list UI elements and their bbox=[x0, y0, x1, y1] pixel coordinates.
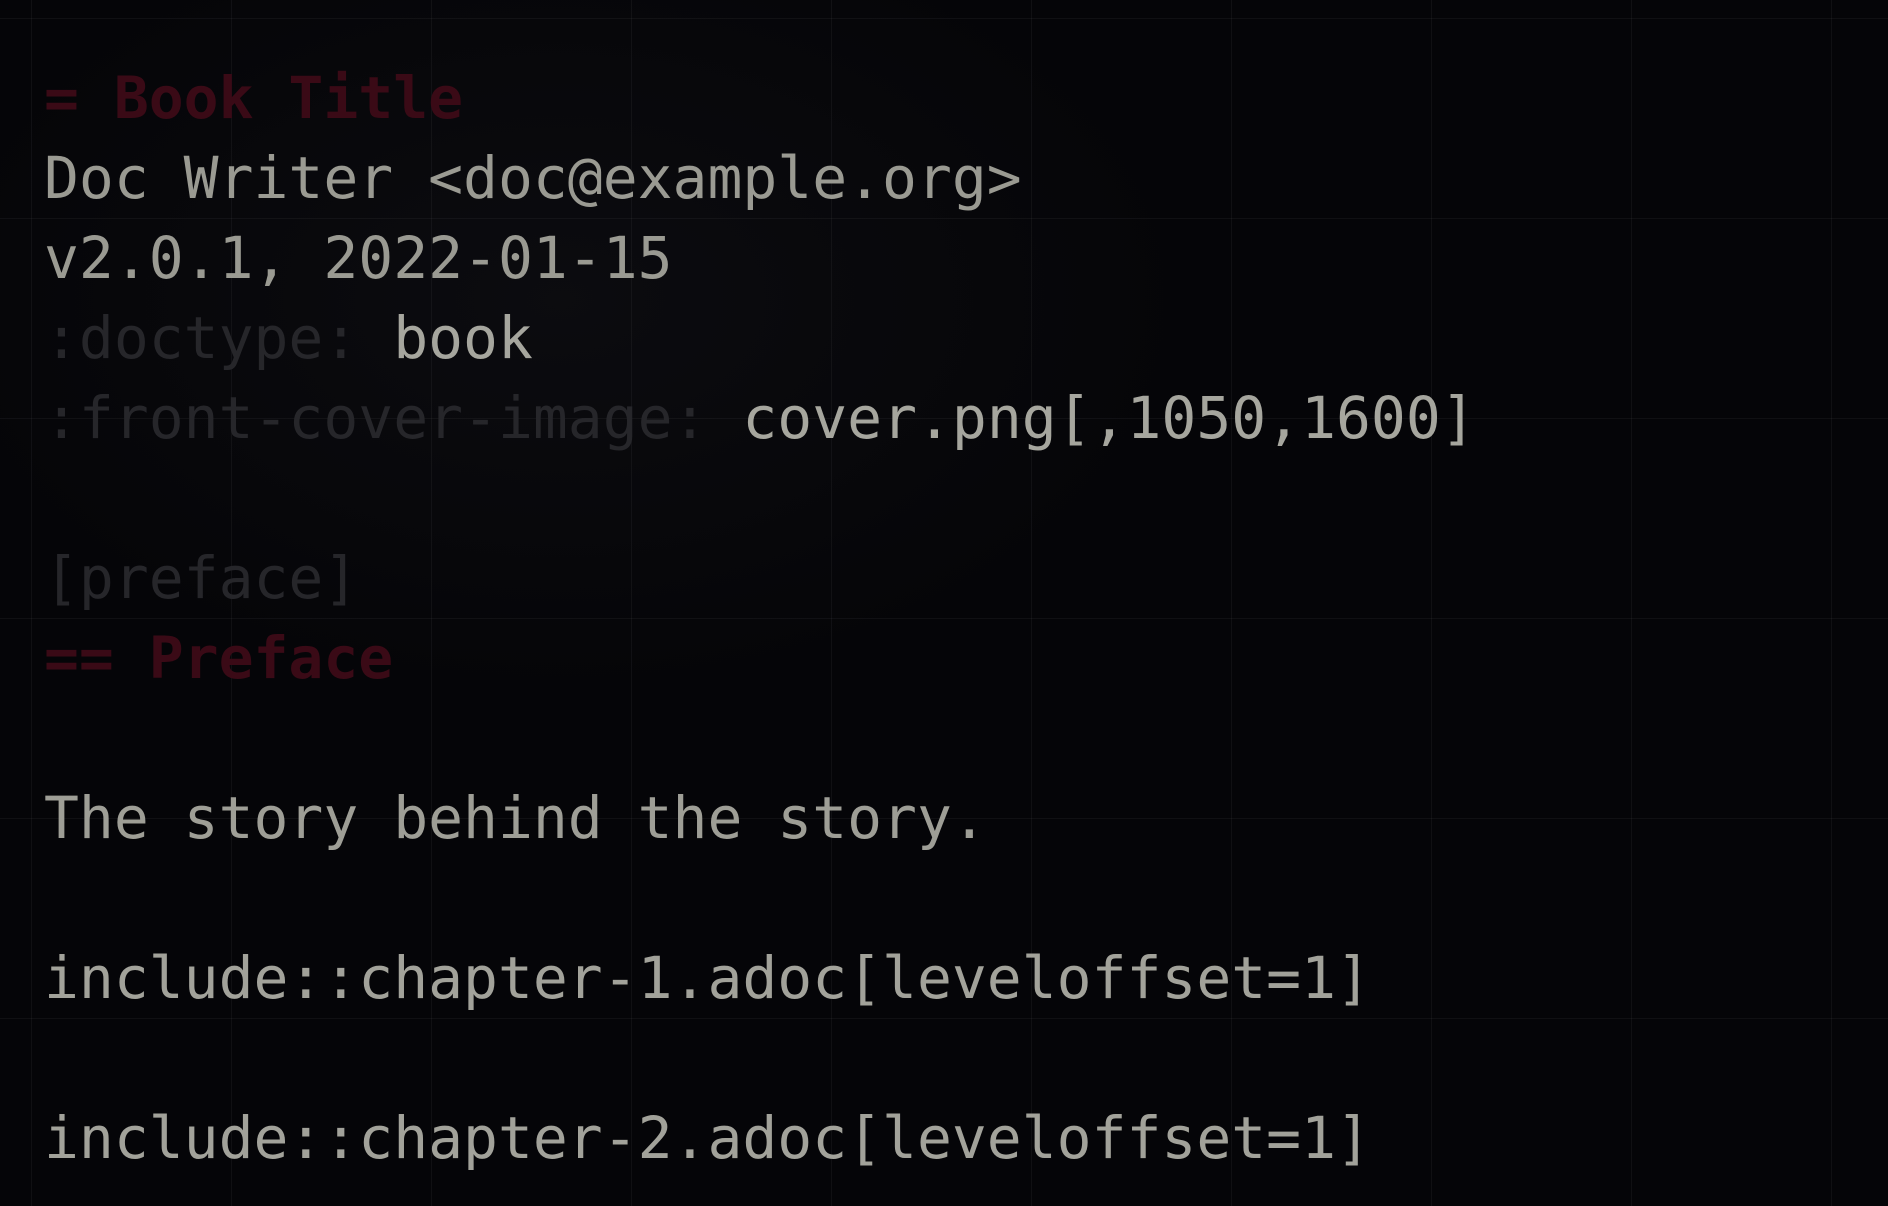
line-author: Doc Writer <doc@example.org> bbox=[44, 144, 1022, 212]
line-preface-style: [preface] bbox=[44, 544, 359, 612]
cover-attribute-name: :front-cover-image: bbox=[44, 384, 708, 452]
code-block: = Book Title Doc Writer <doc@example.org… bbox=[44, 58, 1476, 1178]
line-include-chapter-2: include::chapter-2.adoc[leveloffset=1] bbox=[44, 1104, 1371, 1172]
line-revision: v2.0.1, 2022-01-15 bbox=[44, 224, 673, 292]
line-preface-heading: == Preface bbox=[44, 624, 394, 692]
line-blank bbox=[44, 1018, 1476, 1098]
line-document-title: = Book Title bbox=[44, 64, 464, 132]
line-blank bbox=[44, 698, 1476, 778]
line-include-chapter-1: include::chapter-1.adoc[leveloffset=1] bbox=[44, 944, 1371, 1012]
line-blank bbox=[44, 858, 1476, 938]
cover-attribute-value: cover.png[,1050,1600] bbox=[707, 384, 1476, 452]
line-preface-text: The story behind the story. bbox=[44, 784, 987, 852]
doctype-attribute-value: book bbox=[358, 304, 533, 372]
doctype-attribute-name: :doctype: bbox=[44, 304, 359, 372]
line-blank bbox=[44, 458, 1476, 538]
line-doctype: :doctype: book bbox=[44, 298, 1476, 378]
line-front-cover-image: :front-cover-image: cover.png[,1050,1600… bbox=[44, 378, 1476, 458]
code-editor[interactable]: = Book Title Doc Writer <doc@example.org… bbox=[0, 0, 1888, 1206]
